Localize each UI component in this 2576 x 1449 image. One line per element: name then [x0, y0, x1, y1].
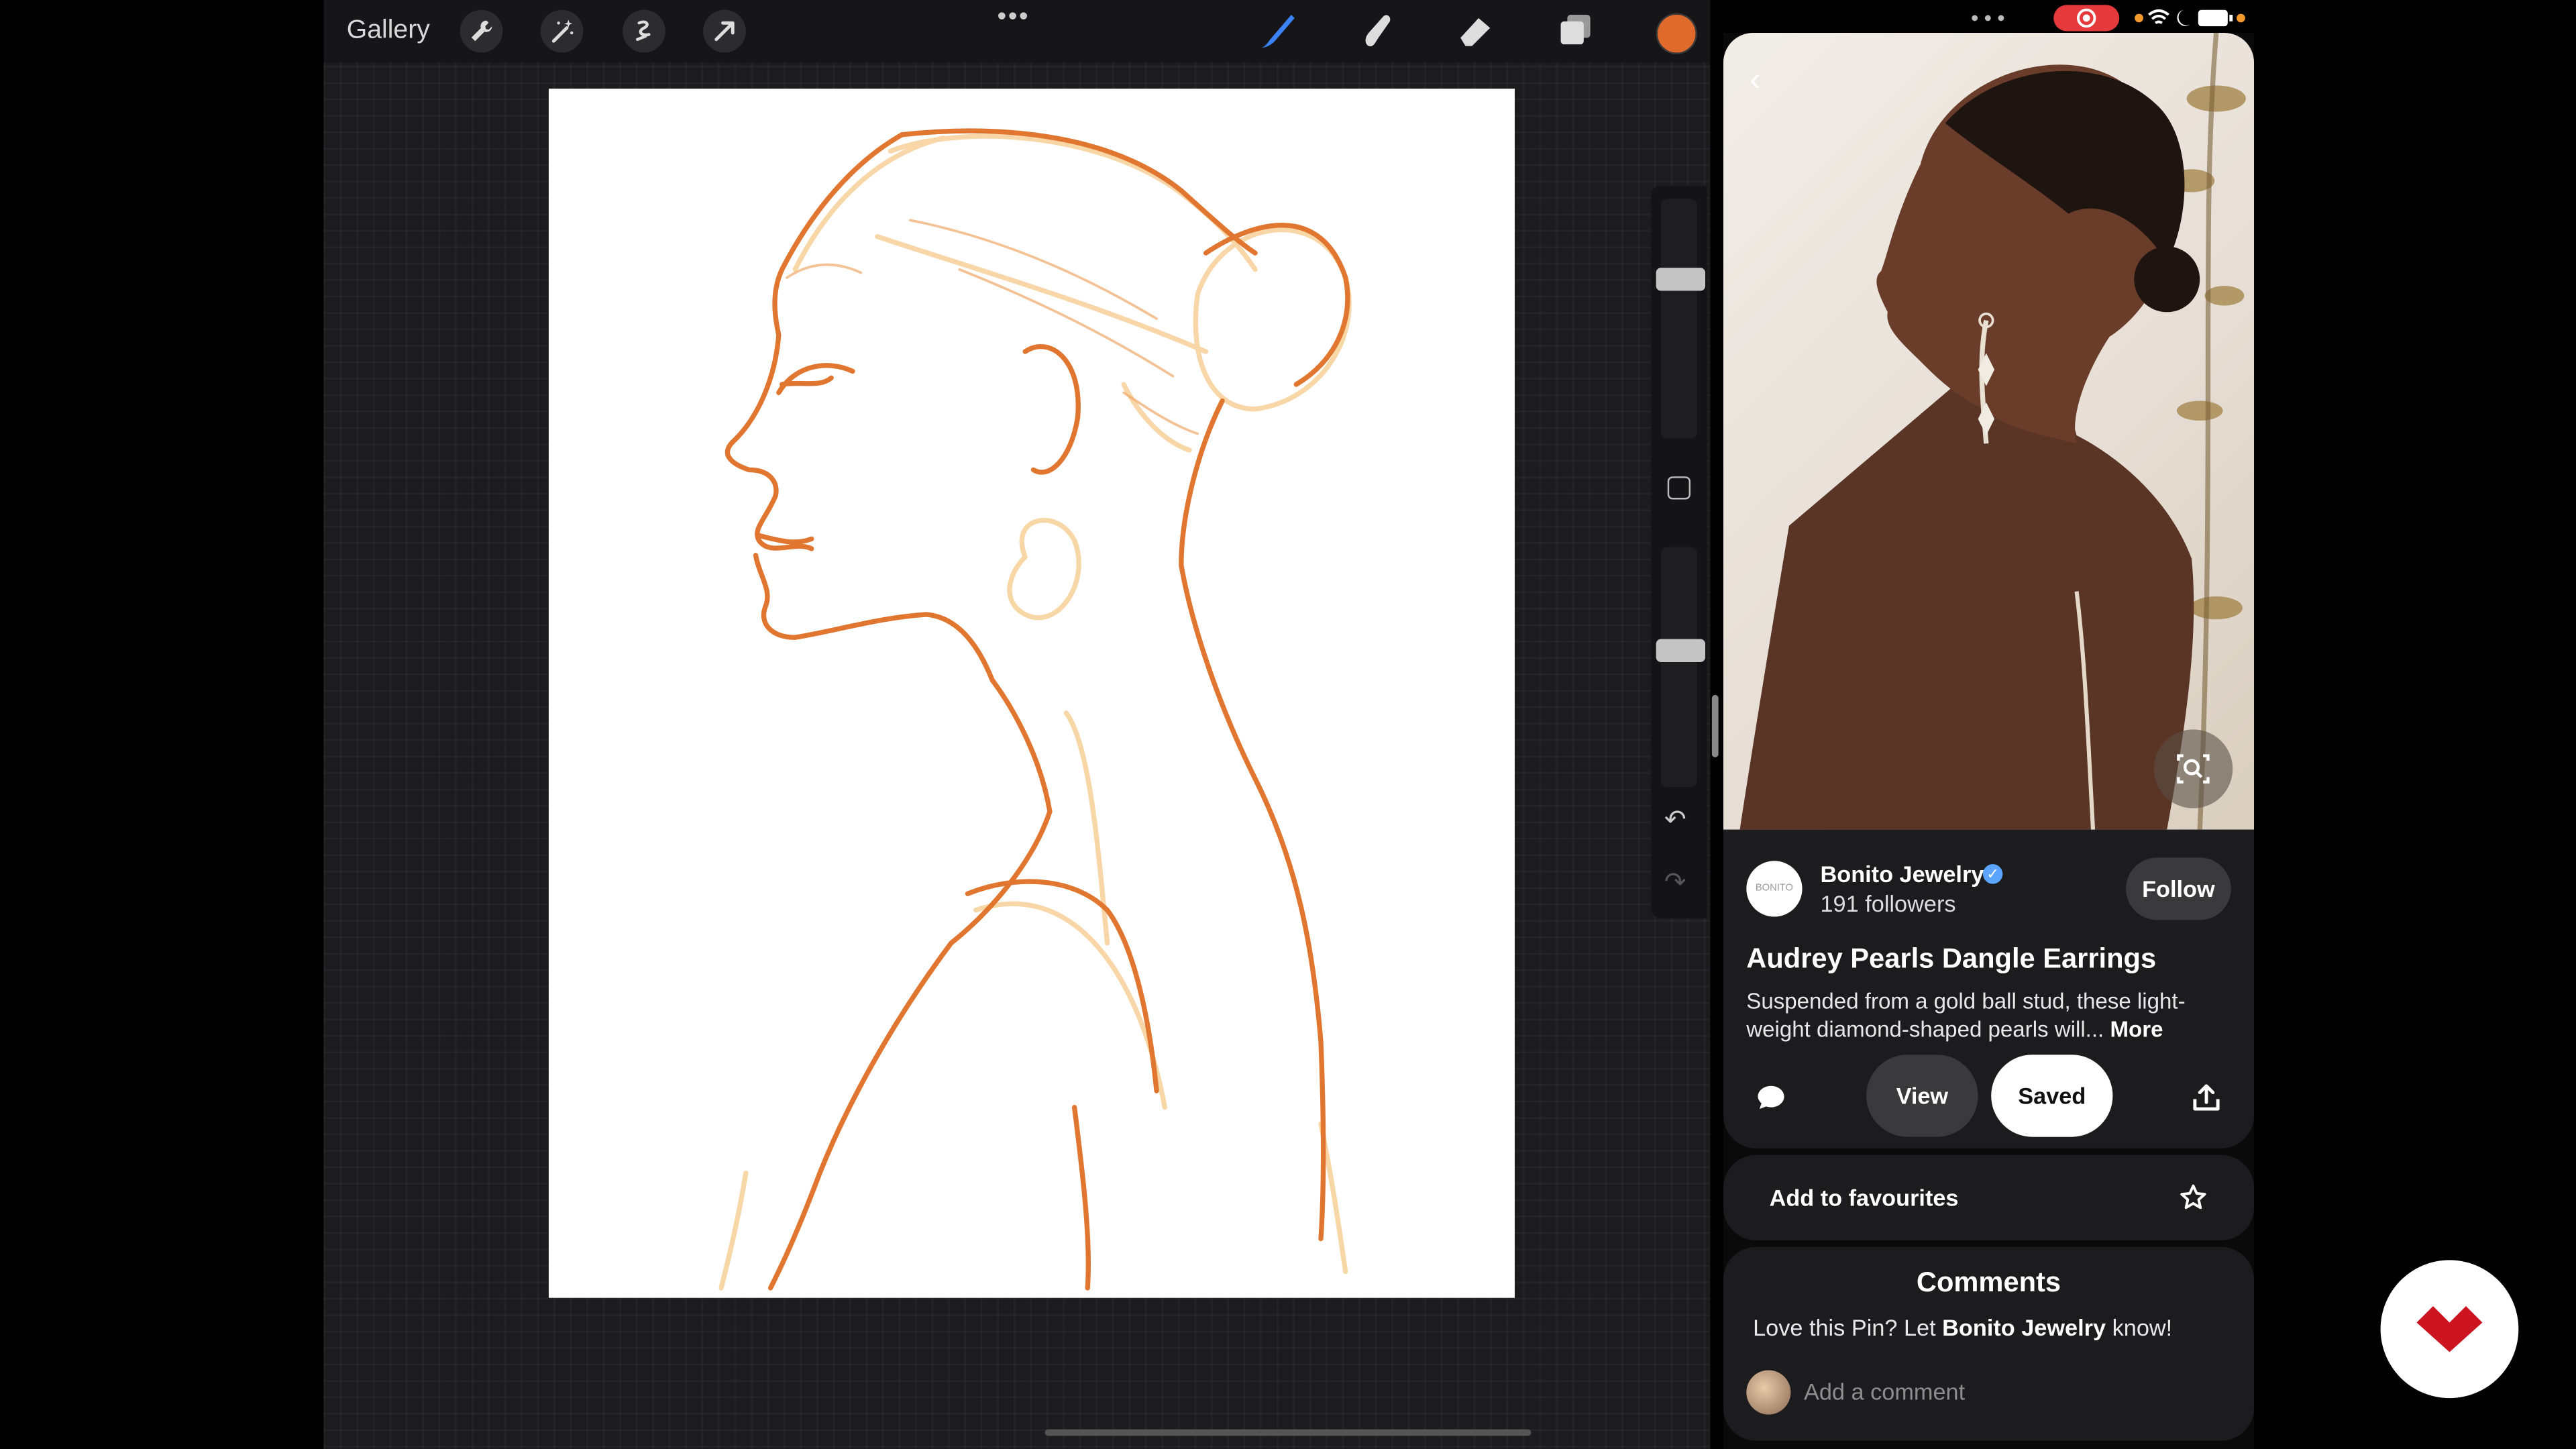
favourites-card[interactable]: Add to favourites — [1723, 1155, 2255, 1240]
screen: Gallery ••• ↶ ↷ ‹ BONITO Bonito Jewelry … — [0, 0, 2576, 1449]
split-view-handle[interactable] — [1711, 694, 1719, 757]
pinterest-logo-button[interactable] — [2380, 1260, 2519, 1399]
undo-icon[interactable]: ↶ — [1664, 804, 1686, 837]
opacity-slider[interactable] — [1660, 547, 1697, 788]
pinterest-pin-view: ‹ BONITO Bonito Jewelry ✓ 191 followers … — [1723, 32, 2255, 1449]
model-profile-image — [1739, 32, 2246, 830]
follow-button[interactable]: Follow — [2126, 857, 2231, 920]
pin-description: Suspended from a gold ball stud, these l… — [1746, 987, 2239, 1043]
add-to-favourites-label[interactable]: Add to favourites — [1770, 1185, 1959, 1211]
pin-photo[interactable]: ‹ — [1723, 32, 2255, 830]
selection-icon[interactable] — [623, 9, 665, 53]
follower-count: 191 followers — [1820, 890, 1956, 917]
canvas-sidebar: ↶ ↷ — [1651, 185, 1707, 918]
layers-icon[interactable] — [1554, 10, 1597, 53]
procreate-toolbar: Gallery ••• — [323, 0, 1711, 63]
comments-card: Comments Love this Pin? Let Bonito Jewel… — [1723, 1246, 2255, 1441]
modify-button[interactable] — [1667, 476, 1691, 500]
eraser-icon[interactable] — [1454, 10, 1497, 53]
opacity-knob[interactable] — [1656, 639, 1706, 662]
transform-arrow-icon[interactable] — [703, 9, 746, 53]
brush-size-slider[interactable] — [1660, 199, 1697, 439]
drawing-canvas[interactable] — [548, 89, 1515, 1298]
star-icon[interactable] — [2178, 1183, 2208, 1220]
status-bar — [1955, 3, 2247, 33]
verified-badge-icon: ✓ — [1982, 864, 2003, 884]
saved-button[interactable]: Saved — [1991, 1055, 2113, 1137]
magic-wand-icon[interactable] — [540, 9, 584, 53]
comments-prompt-suffix: know! — [2106, 1314, 2173, 1341]
procreate-app: Gallery ••• ↶ ↷ — [323, 0, 1711, 1449]
brush-size-knob[interactable] — [1656, 268, 1706, 291]
share-icon[interactable] — [2192, 1083, 2221, 1120]
more-options-dots[interactable]: ••• — [998, 3, 1030, 33]
pin-details-card: BONITO Bonito Jewelry ✓ 191 followers Fo… — [1723, 829, 2255, 1148]
home-indicator[interactable] — [1044, 1429, 1532, 1436]
pin-title: Audrey Pearls Dangle Earrings — [1746, 943, 2157, 975]
brush-icon[interactable] — [1256, 10, 1299, 53]
comments-prompt-prefix: Love this Pin? Let — [1753, 1314, 1943, 1341]
profile-sketch — [718, 128, 1352, 1291]
user-avatar — [1746, 1370, 1791, 1415]
comment-icon[interactable] — [1756, 1083, 1786, 1120]
add-comment-input[interactable]: Add a comment — [1804, 1379, 1965, 1405]
brand-name[interactable]: Bonito Jewelry — [1820, 861, 1984, 887]
back-chevron-icon[interactable]: ‹ — [1750, 62, 1760, 100]
more-link[interactable]: More — [2110, 1017, 2163, 1042]
color-picker-button[interactable] — [1656, 13, 1697, 54]
brand-logo-icon — [2416, 1305, 2483, 1352]
wrench-icon[interactable] — [460, 9, 503, 53]
redo-icon[interactable]: ↷ — [1664, 866, 1686, 899]
lens-search-icon[interactable] — [2153, 729, 2233, 808]
comments-prompt: Love this Pin? Let Bonito Jewelry know! — [1753, 1314, 2172, 1340]
gallery-button[interactable]: Gallery — [347, 16, 430, 46]
comments-prompt-brand[interactable]: Bonito Jewelry — [1942, 1314, 2106, 1340]
smudge-icon[interactable] — [1355, 10, 1398, 53]
comments-title: Comments — [1916, 1267, 2061, 1298]
view-button[interactable]: View — [1866, 1055, 1978, 1137]
brand-avatar[interactable]: BONITO — [1746, 861, 1803, 917]
